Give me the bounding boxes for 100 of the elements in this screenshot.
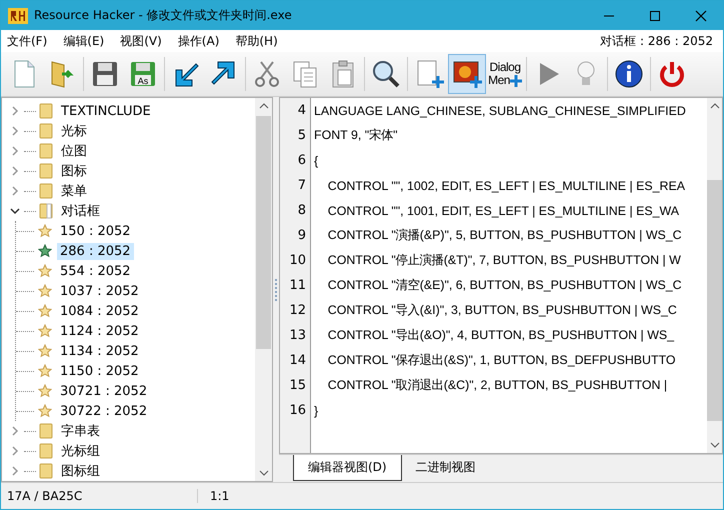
folder-icon [38,103,54,119]
star-icon [38,404,52,418]
current-resource-label: 对话框 : 286 : 2052 [600,32,714,50]
code-line: CONTROL "导入(&I)", 3, BUTTON, BS_PUSHBUTTON | WS_C [326,302,677,319]
line-number: 6 [296,153,306,168]
folder-icon [38,423,54,439]
tree-item[interactable]: 对话框 [58,201,103,221]
line-number: 15 [288,378,306,393]
menu-item[interactable]: 文件(F) [7,32,48,50]
collapse-chevron-icon[interactable] [10,206,20,216]
scrollbar[interactable] [707,98,722,453]
code-line: CONTROL "", 1002, EDIT, ES_LEFT | ES_MULTILINE | ES_REA [326,178,686,192]
code-line: CONTROL "清空(&E)", 6, BUTTON, BS_PUSHBUTTON | WS_C [326,277,682,294]
expand-chevron-icon[interactable] [10,106,20,116]
code-line: FONT 9, "宋体" [314,127,398,144]
add-image-button[interactable] [448,54,486,94]
code-line: CONTROL "停止演播(&T)", 7, BUTTON, BS_PUSHBUTTON | W [326,252,681,269]
app-logo-icon [8,8,28,24]
scroll-down-icon[interactable] [258,469,268,477]
tree-item[interactable]: 286 : 2052 [57,242,134,260]
code-line: CONTROL "取消退出(&C)", 2, BUTTON, BS_PUSHBUTTON | [326,377,668,394]
expand-chevron-icon[interactable] [10,146,20,156]
line-number: 4 [296,103,306,118]
tree-item[interactable]: 菜单 [58,181,90,201]
code-line: } [314,404,318,418]
folder-icon [38,463,54,479]
expand-chevron-icon[interactable] [10,126,20,136]
dialog-label: Dialog [488,61,522,74]
grip-icon[interactable] [274,278,278,300]
menu-item[interactable]: 编辑(E) [63,32,104,50]
menu-item[interactable]: 帮助(H) [235,32,278,50]
line-number: 16 [288,403,306,418]
menu-label: Men [488,74,510,87]
info-icon [613,58,645,90]
tree-item[interactable]: 图标组 [58,461,103,481]
code-line: { [314,154,318,168]
tree-item[interactable]: TEXTINCLUDE [58,102,154,120]
search-icon [370,58,402,90]
line-number: 13 [288,328,306,343]
menu-item[interactable]: 视图(V) [120,32,162,50]
menu-item[interactable]: 操作(A) [178,32,220,50]
saveas-button[interactable]: As [124,54,162,94]
line-number: 11 [288,278,306,293]
tree-item[interactable]: 30722 : 2052 [57,402,150,420]
line-number: 10 [288,253,306,268]
tree-item[interactable]: 字串表 [58,421,103,441]
status-offset: 17A / BA25C [1,489,198,503]
tree-item[interactable]: 1037 : 2052 [57,282,142,300]
star-icon [38,284,52,298]
close-icon[interactable] [695,10,707,22]
star-icon [38,384,52,398]
folder-icon [38,163,54,179]
expand-chevron-icon[interactable] [10,426,20,436]
folder-icon [38,123,54,139]
tree-item[interactable]: 1134 : 2052 [57,342,142,360]
line-number: 12 [288,303,306,318]
star-icon [38,244,52,258]
star-icon [38,324,52,338]
star-icon [38,364,52,378]
folder-icon [38,203,54,219]
view-tab[interactable]: 编辑器视图(D) [293,455,402,481]
scrollbar[interactable] [255,98,272,481]
tree-item[interactable]: 1084 : 2052 [57,302,142,320]
tree-item[interactable]: 554 : 2052 [57,262,134,280]
tree-item[interactable]: 位图 [58,141,90,161]
scroll-down-icon[interactable] [710,441,720,449]
add-dialog-menu-button[interactable]: Dialog Men [486,54,524,94]
folder-icon [38,443,54,459]
maximize-icon[interactable] [649,10,661,22]
tree-item[interactable]: 1124 : 2052 [57,322,142,340]
scroll-up-icon[interactable] [258,102,268,110]
scroll-up-icon[interactable] [710,102,720,110]
view-tab[interactable]: 二进制视图 [402,455,490,481]
line-number: 9 [296,228,306,243]
expand-chevron-icon[interactable] [10,446,20,456]
tree-item[interactable]: 150 : 2052 [57,222,134,240]
star-icon [38,224,52,238]
expand-chevron-icon[interactable] [10,466,20,476]
code-line: CONTROL "演播(&P)", 5, BUTTON, BS_PUSHBUTTON | WS_C [326,227,682,244]
code-line: CONTROL "保存退出(&S)", 1, BUTTON, BS_DEFPUSHBUTTO [326,352,676,369]
star-icon [38,304,52,318]
line-number: 7 [296,178,306,193]
tree-item[interactable]: 1150 : 2052 [57,362,142,380]
tree-item[interactable]: 图标 [58,161,90,181]
folder-icon [38,143,54,159]
tree-item[interactable]: 30721 : 2052 [57,382,150,400]
expand-chevron-icon[interactable] [10,186,20,196]
star-icon [38,344,52,358]
tree-item[interactable]: 光标组 [58,441,103,461]
line-number: 14 [288,353,306,368]
code-line: CONTROL "导出(&O)", 4, BUTTON, BS_PUSHBUTTON | WS_ [326,327,674,344]
line-number: 5 [296,128,306,143]
line-number: 8 [296,203,306,218]
tree-item[interactable]: 光标 [58,121,90,141]
status-position: 1:1 [209,489,230,503]
expand-chevron-icon[interactable] [10,166,20,176]
star-icon [38,264,52,278]
plus-icon [510,74,522,86]
code-line: CONTROL "", 1001, EDIT, ES_LEFT | ES_MULTILINE | ES_WA [326,204,680,218]
save-as-label: As [138,76,148,86]
